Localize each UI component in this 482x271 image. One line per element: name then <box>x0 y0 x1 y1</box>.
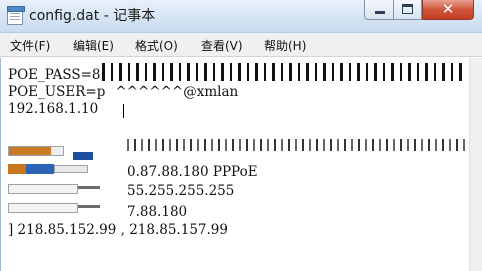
menu-view[interactable]: 查看(V) <box>201 37 243 55</box>
redaction-mark <box>78 186 100 189</box>
close-icon: ✕ <box>441 0 455 18</box>
redaction-mark <box>78 205 100 208</box>
redaction-mark <box>73 152 93 160</box>
redaction-mark <box>8 164 26 174</box>
menu-file[interactable]: 文件(F) <box>10 37 50 55</box>
poe-user-suffix: ^^^^^^@xmlan <box>115 84 239 100</box>
notepad-icon <box>7 6 25 25</box>
minimize-icon <box>375 11 385 14</box>
window-title: config.dat - 记事本 <box>29 8 156 24</box>
redaction-mark <box>26 164 54 174</box>
editor-line-gateway: 0.87.88.180 PPPoE <box>127 164 258 180</box>
menu-bar: 文件(F) 编辑(E) 格式(O) 查看(V) 帮助(H) <box>0 33 482 57</box>
editor-line-ip: 192.168.1.10 <box>8 101 99 117</box>
redacted-text <box>127 139 467 151</box>
poe-user-prefix: POE_USER=p <box>8 84 106 100</box>
editor-line-poe-pass: POE_PASS=8 <box>8 67 101 83</box>
redaction-mark <box>9 147 51 155</box>
editor-line-netmask: 55.255.255.255 <box>127 183 235 199</box>
text-cursor <box>123 104 124 118</box>
maximize-button[interactable] <box>394 0 422 20</box>
redacted-password <box>102 63 462 81</box>
vertical-scrollbar[interactable] <box>469 58 482 271</box>
editor-line-dns: ] 218.85.152.99 , 218.85.157.99 <box>8 222 228 238</box>
redaction-mark <box>8 203 78 213</box>
menu-edit[interactable]: 编辑(E) <box>73 37 114 55</box>
redaction-mark <box>8 184 78 194</box>
menu-format[interactable]: 格式(O) <box>135 37 178 55</box>
redaction-mark <box>51 147 63 155</box>
minimize-button[interactable] <box>364 0 394 20</box>
menu-help[interactable]: 帮助(H) <box>264 37 306 55</box>
editor-line-address: 7.88.180 <box>127 204 188 220</box>
close-button[interactable]: ✕ <box>422 0 474 20</box>
redaction-mark <box>54 165 88 173</box>
maximize-icon <box>402 4 413 14</box>
editor-line-poe-user: POE_USER=p ^^^^^^@xmlan <box>8 83 238 101</box>
title-bar: config.dat - 记事本 ✕ <box>0 0 482 33</box>
